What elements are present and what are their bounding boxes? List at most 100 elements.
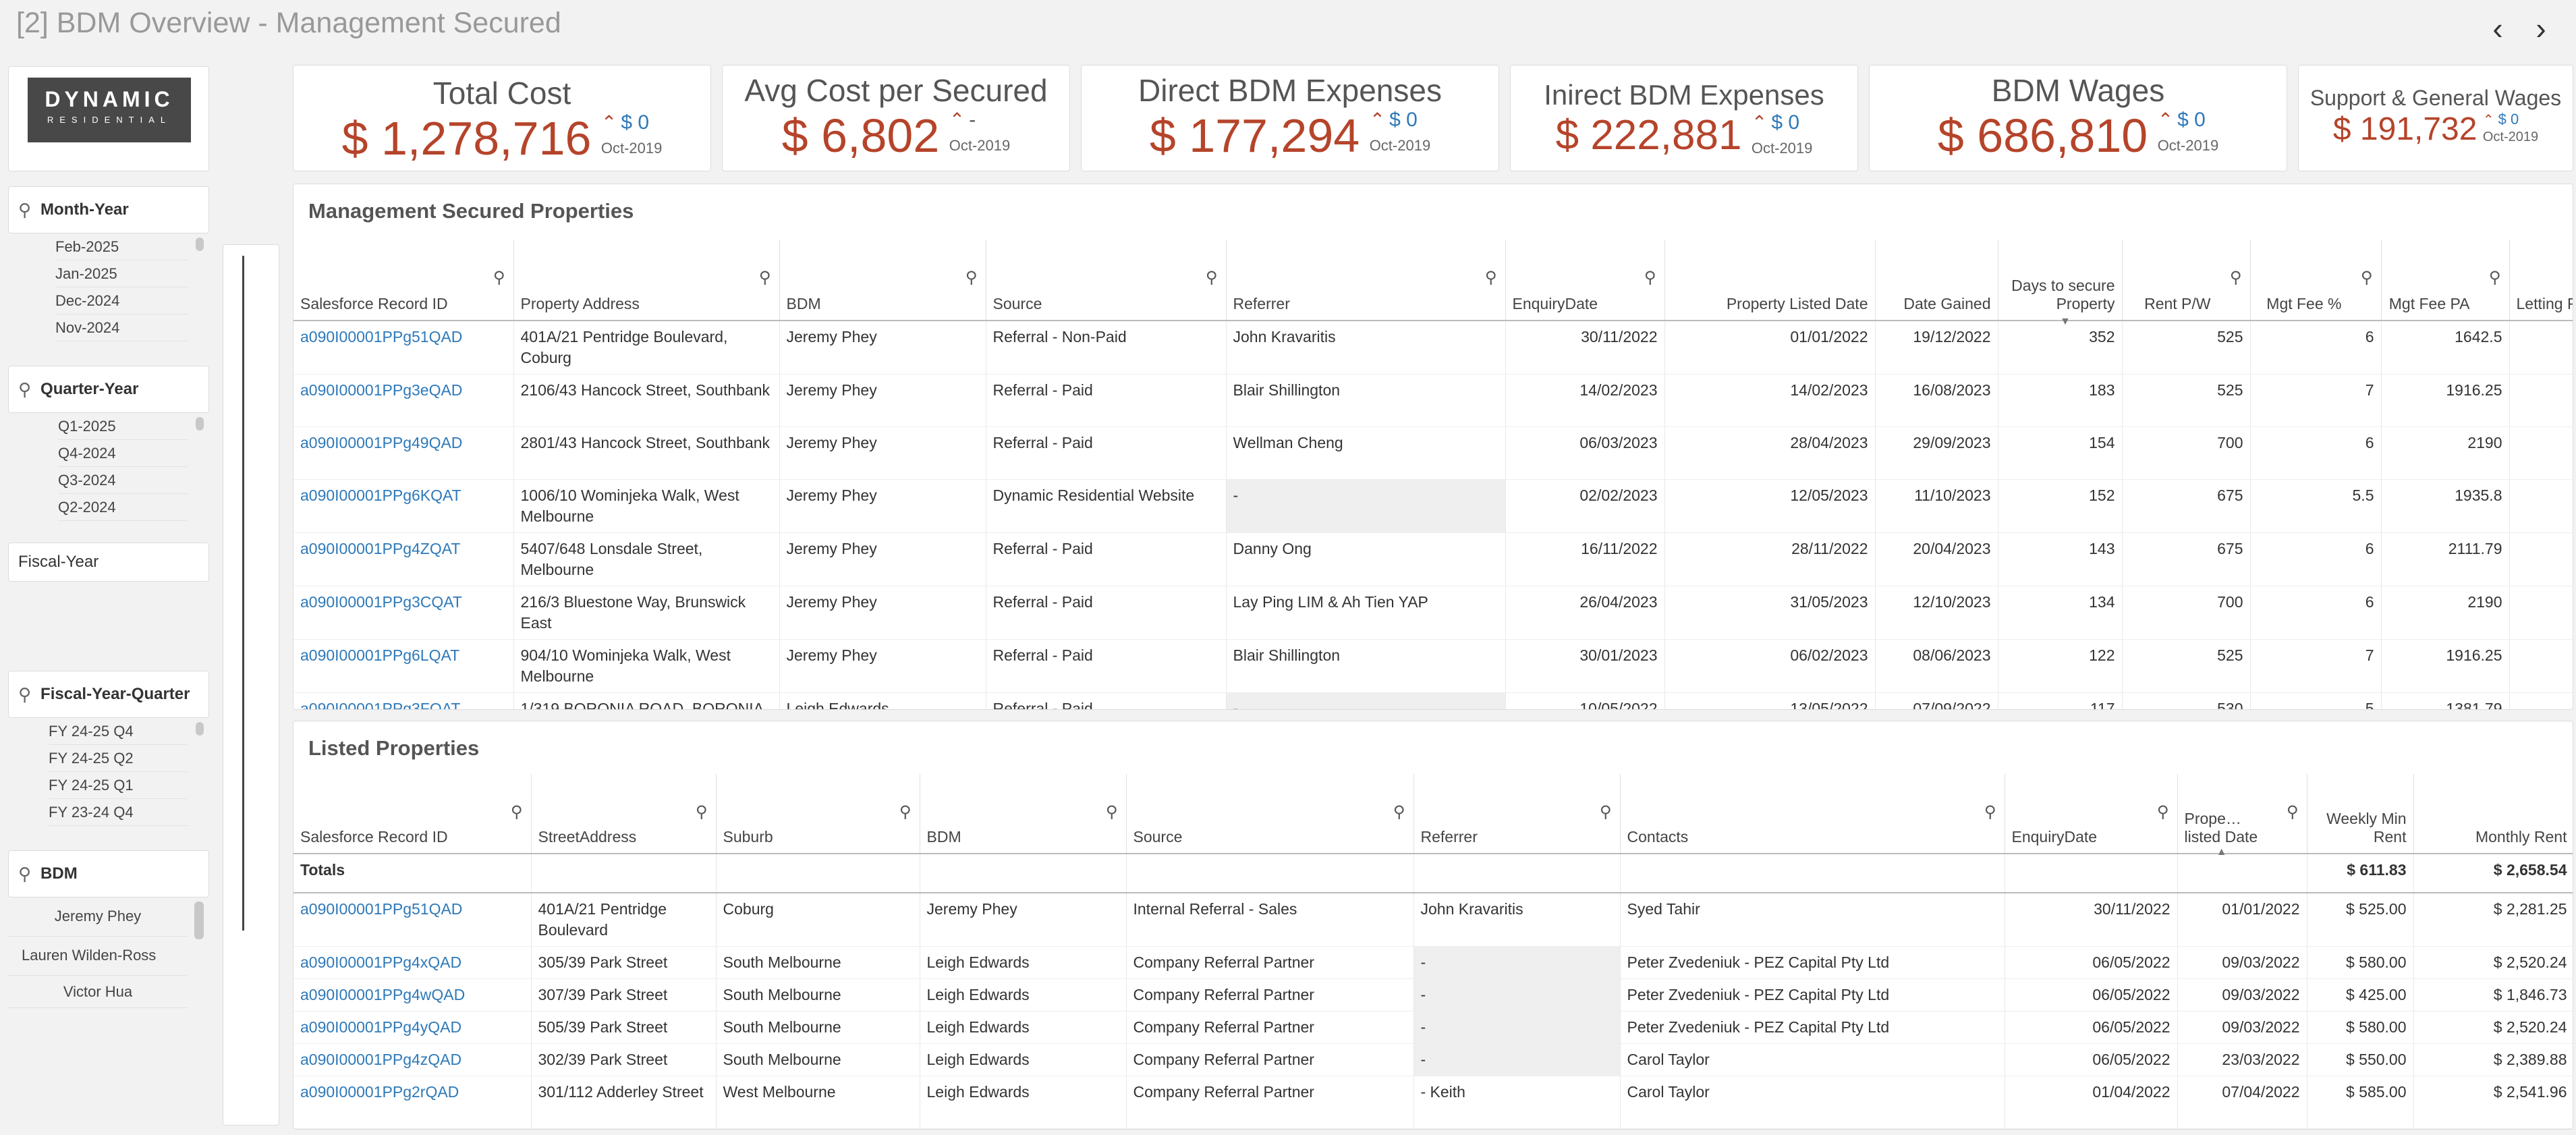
list-item[interactable]: Feb-2025 — [55, 233, 188, 260]
record-id-link[interactable]: a090I00001PPg4xQAD — [293, 946, 532, 979]
search-icon[interactable]: ⚲ — [1984, 802, 1996, 822]
column-header[interactable]: Referrer ⚲ — [1226, 240, 1506, 321]
scroll-track[interactable] — [242, 256, 244, 931]
column-header[interactable]: Monthly Rent — [2413, 774, 2573, 854]
quarter-year-filter-header[interactable]: ⚲ Quarter-Year — [8, 366, 209, 413]
column-header[interactable]: Property Listed Date — [1664, 240, 1876, 321]
column-header[interactable]: Days to secure Property ▼ — [1998, 240, 2123, 327]
column-header[interactable]: Salesforce Record ID ⚲ — [293, 774, 532, 854]
column-header[interactable]: Weekly Min Rent — [2307, 774, 2414, 854]
column-header[interactable]: Source ⚲ — [1126, 774, 1414, 854]
record-id-link[interactable]: a090I00001PPg49QAD — [293, 426, 514, 480]
search-icon[interactable]: ⚲ — [2230, 268, 2242, 287]
column-header[interactable]: Property Address ⚲ — [513, 240, 780, 321]
search-icon[interactable]: ⚲ — [1206, 268, 1218, 287]
list-item[interactable]: Q4-2024 — [58, 440, 188, 467]
record-id-link[interactable]: a090I00001PPg4zQAD — [293, 1043, 532, 1076]
sort-descending-icon[interactable]: ▼ — [2060, 316, 2071, 328]
search-icon[interactable]: ⚲ — [696, 802, 708, 822]
record-id-link[interactable]: a090I00001PPg4ZQAT — [293, 532, 514, 586]
fiscal-year-filter[interactable]: Fiscal-Year — [8, 543, 209, 582]
table-row[interactable]: a090I00001PPg51QAD 401A/21 Pentridge Bou… — [293, 893, 2573, 947]
table-row[interactable]: a090I00001PPg4ZQAT 5407/648 Lonsdale Str… — [293, 532, 2573, 586]
list-item[interactable]: Lauren Wilden-Ross — [8, 937, 188, 976]
list-item[interactable]: Q2-2024 — [58, 494, 188, 521]
table-row[interactable]: a090I00001PPg3CQAT 216/3 Bluestone Way, … — [293, 586, 2573, 640]
record-id-link[interactable]: a090I00001PPg6KQAT — [293, 479, 514, 533]
search-icon[interactable]: ⚲ — [899, 802, 912, 822]
search-icon[interactable]: ⚲ — [1600, 802, 1612, 822]
table-row[interactable]: a090I00001PPg6LQAT 904/10 Wominjeka Walk… — [293, 639, 2573, 693]
record-id-link[interactable]: a090I00001PPg51QAD — [293, 321, 514, 375]
column-header[interactable]: Rent P/W ⚲ — [2122, 240, 2251, 321]
column-header[interactable]: Salesforce Record ID ⚲ — [293, 240, 514, 321]
table-row[interactable]: a090I00001PPg4yQAD 505/39 Park Street So… — [293, 1011, 2573, 1044]
list-item[interactable]: Nov-2024 — [55, 314, 188, 341]
bdm-filter-header[interactable]: ⚲ BDM — [8, 850, 209, 897]
next-sheet-button[interactable]: › — [2521, 8, 2561, 49]
column-header[interactable]: Contacts ⚲ — [1620, 774, 2005, 854]
search-icon[interactable]: ⚲ — [1485, 268, 1497, 287]
month-year-filter-header[interactable]: ⚲ Month-Year — [8, 186, 209, 233]
column-header[interactable]: BDM ⚲ — [920, 774, 1127, 854]
search-icon[interactable]: ⚲ — [18, 864, 31, 885]
search-icon[interactable]: ⚲ — [18, 200, 31, 221]
list-item[interactable]: Q1-2025 — [58, 413, 188, 440]
fiscal-year-quarter-filter-header[interactable]: ⚲ Fiscal-Year-Quarter — [8, 671, 209, 718]
bdm-filter[interactable]: ⚲ BDM Jeremy Phey Lauren Wilden-Ross Vic… — [8, 850, 209, 1008]
record-id-link[interactable]: a090I00001PPg51QAD — [293, 893, 532, 947]
column-header[interactable]: Prope… listed Date ⚲ ▲ — [2177, 774, 2307, 858]
search-icon[interactable]: ⚲ — [759, 268, 771, 287]
fiscal-year-quarter-filter[interactable]: ⚲ Fiscal-Year-Quarter FY 24-25 Q4 FY 24-… — [8, 671, 209, 826]
list-item[interactable]: FY 24-25 Q2 — [49, 745, 188, 772]
table-row[interactable]: a090I00001PPg3eQAD 2106/43 Hancock Stree… — [293, 374, 2573, 427]
column-header[interactable]: StreetAddress ⚲ — [531, 774, 717, 854]
quarter-year-list[interactable]: Q1-2025 Q4-2024 Q3-2024 Q2-2024 — [8, 413, 209, 521]
column-header[interactable]: EnquiryDate ⚲ — [1505, 240, 1665, 321]
list-item[interactable]: Dec-2024 — [55, 287, 188, 314]
search-icon[interactable]: ⚲ — [2361, 268, 2373, 287]
search-icon[interactable]: ⚲ — [1393, 802, 1405, 822]
list-item[interactable]: Jeremy Phey — [8, 897, 188, 937]
list-item[interactable]: FY 24-25 Q4 — [49, 718, 188, 745]
previous-sheet-button[interactable]: ‹ — [2477, 8, 2518, 49]
quarter-year-filter[interactable]: ⚲ Quarter-Year Q1-2025 Q4-2024 Q3-2024 Q… — [8, 366, 209, 521]
search-icon[interactable]: ⚲ — [1644, 268, 1656, 287]
month-year-filter[interactable]: ⚲ Month-Year Feb-2025 Jan-2025 Dec-2024 … — [8, 186, 209, 341]
record-id-link[interactable]: a090I00001PPg3CQAT — [293, 586, 514, 640]
table-row[interactable]: a090I00001PPg49QAD 2801/43 Hancock Stree… — [293, 426, 2573, 480]
table-row[interactable]: a090I00001PPg4wQAD 307/39 Park Street So… — [293, 978, 2573, 1012]
bdm-list[interactable]: Jeremy Phey Lauren Wilden-Ross Victor Hu… — [8, 897, 209, 1008]
list-item[interactable]: FY 24-25 Q1 — [49, 772, 188, 799]
fiscal-year-quarter-list[interactable]: FY 24-25 Q4 FY 24-25 Q2 FY 24-25 Q1 FY 2… — [8, 718, 209, 826]
record-id-link[interactable]: a090I00001PPg6LQAT — [293, 639, 514, 693]
column-header[interactable]: Suburb ⚲ — [716, 774, 920, 854]
table-row[interactable]: a090I00001PPg4zQAD 302/39 Park Street So… — [293, 1043, 2573, 1076]
column-header[interactable]: Date Gained — [1875, 240, 1998, 321]
column-header[interactable]: Referrer ⚲ — [1413, 774, 1621, 854]
scrollbar[interactable] — [196, 417, 204, 431]
search-icon[interactable]: ⚲ — [18, 684, 31, 705]
table-row[interactable]: a090I00001PPg6KQAT 1006/10 Wominjeka Wal… — [293, 479, 2573, 533]
search-icon[interactable]: ⚲ — [2489, 268, 2501, 287]
scrollbar[interactable] — [196, 238, 204, 251]
search-icon[interactable]: ⚲ — [2287, 802, 2299, 822]
list-item[interactable]: Victor Hua — [8, 976, 188, 1008]
search-icon[interactable]: ⚲ — [1106, 802, 1118, 822]
column-header[interactable]: Mgt Fee % ⚲ — [2250, 240, 2382, 321]
search-icon[interactable]: ⚲ — [965, 268, 978, 287]
search-icon[interactable]: ⚲ — [2157, 802, 2169, 822]
table-row[interactable]: a090I00001PPg2rQAD 301/112 Adderley Stre… — [293, 1076, 2573, 1129]
record-id-link[interactable]: a090I00001PPg2rQAD — [293, 1076, 532, 1129]
table-row[interactable]: a090I00001PPg51QAD 401A/21 Pentridge Bou… — [293, 321, 2573, 375]
column-header[interactable]: Letting Fe — [2509, 240, 2573, 321]
record-id-link[interactable]: a090I00001PPg4yQAD — [293, 1011, 532, 1044]
list-item[interactable]: FY 23-24 Q4 — [49, 799, 188, 826]
list-item[interactable]: Q3-2024 — [58, 467, 188, 494]
column-header[interactable]: Mgt Fee PA ⚲ — [2381, 240, 2510, 321]
scrollbar[interactable] — [196, 722, 204, 736]
column-header[interactable]: BDM ⚲ — [779, 240, 986, 321]
record-id-link[interactable]: a090I00001PPg4wQAD — [293, 978, 532, 1012]
search-icon[interactable]: ⚲ — [493, 268, 505, 287]
list-item[interactable]: Jan-2025 — [55, 260, 188, 287]
